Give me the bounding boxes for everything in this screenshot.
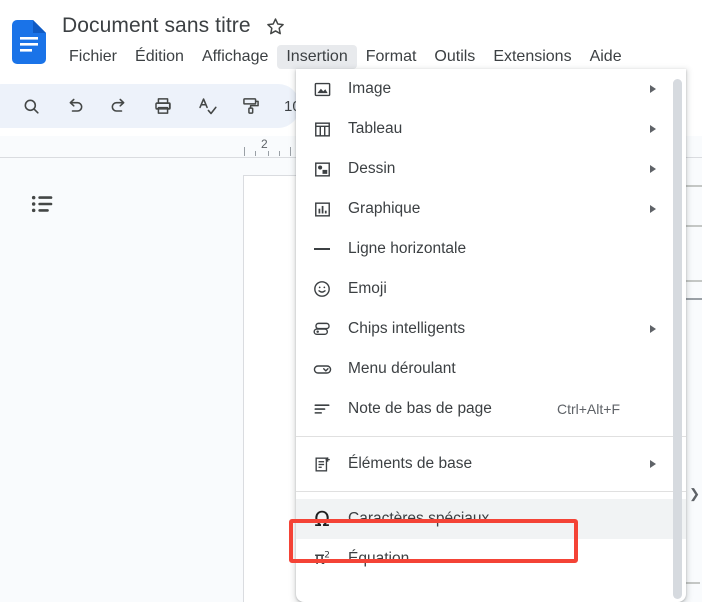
menu-item-menu-deroulant[interactable]: Menu déroulant xyxy=(296,349,686,389)
menu-insertion[interactable]: Insertion xyxy=(277,45,357,69)
menu-affichage[interactable]: Affichage xyxy=(193,45,277,69)
toolbar: 100 xyxy=(0,84,309,128)
ruler-tick xyxy=(279,151,280,156)
menu-item-label: Menu déroulant xyxy=(348,360,456,377)
equation-icon: π2 xyxy=(314,548,331,569)
smart-chips-icon xyxy=(310,317,334,341)
menu-separator xyxy=(296,436,686,437)
google-docs-logo[interactable] xyxy=(12,20,46,64)
menu-outils[interactable]: Outils xyxy=(425,45,484,69)
menu-separator xyxy=(296,491,686,492)
app-header: Document sans titre Fichier Édition Affi… xyxy=(0,0,702,78)
menu-item-elements-de-base[interactable]: Éléments de base xyxy=(296,444,686,484)
menu-item-label: Graphique xyxy=(348,200,421,217)
chevron-right-icon xyxy=(650,205,656,213)
menu-aide[interactable]: Aide xyxy=(581,45,631,69)
horizontal-line-icon xyxy=(310,237,334,261)
drawing-icon xyxy=(310,157,334,181)
menu-item-label: Dessin xyxy=(348,160,396,177)
background-content-bar xyxy=(686,298,702,300)
paint-format-icon[interactable] xyxy=(236,91,266,121)
insertion-dropdown-menu: Image Tableau Dessin Graphique Ligne hor… xyxy=(296,69,686,602)
google-docs-window: Document sans titre Fichier Édition Affi… xyxy=(0,0,702,602)
menu-item-label: Éléments de base xyxy=(348,455,473,472)
spellcheck-icon[interactable] xyxy=(192,91,222,121)
chevron-right-icon xyxy=(650,85,656,93)
background-content-bar xyxy=(686,185,702,187)
menu-item-caracteres-speciaux[interactable]: Ω Caractères spéciaux xyxy=(296,499,686,539)
table-icon xyxy=(310,117,334,141)
menu-item-image[interactable]: Image xyxy=(296,69,686,109)
menu-item-label: Caractères spéciaux xyxy=(348,510,490,527)
omega-icon: Ω xyxy=(314,507,330,531)
menu-item-label: Note de bas de page xyxy=(348,400,492,417)
menu-item-emoji[interactable]: Emoji xyxy=(296,269,686,309)
menu-edition[interactable]: Édition xyxy=(126,45,193,69)
menu-format[interactable]: Format xyxy=(357,45,426,69)
ruler-tick xyxy=(244,147,245,156)
chart-icon xyxy=(310,197,334,221)
menu-item-dessin[interactable]: Dessin xyxy=(296,149,686,189)
search-icon[interactable] xyxy=(16,91,46,121)
menu-bar: Fichier Édition Affichage Insertion Form… xyxy=(60,44,631,70)
menu-item-chips-intelligents[interactable]: Chips intelligents xyxy=(296,309,686,349)
building-blocks-icon xyxy=(310,452,334,476)
print-icon[interactable] xyxy=(148,91,178,121)
menu-item-graphique[interactable]: Graphique xyxy=(296,189,686,229)
menu-item-note-bas-de-page[interactable]: Note de bas de page Ctrl+Alt+F xyxy=(296,389,686,429)
menu-item-label: Chips intelligents xyxy=(348,320,466,337)
page-title[interactable]: Document sans titre xyxy=(62,14,251,38)
menu-item-label: Tableau xyxy=(348,120,403,137)
menu-extensions[interactable]: Extensions xyxy=(484,45,580,69)
menu-item-ligne-horizontale[interactable]: Ligne horizontale xyxy=(296,229,686,269)
menu-item-label: Emoji xyxy=(348,280,387,297)
menu-item-label: Image xyxy=(348,80,392,97)
title-row: Document sans titre xyxy=(62,10,287,42)
ruler-tick xyxy=(255,151,256,156)
background-content-bar xyxy=(686,225,702,227)
redo-icon[interactable] xyxy=(104,91,134,121)
image-icon xyxy=(310,77,334,101)
background-content-bar xyxy=(686,582,700,584)
chevron-right-icon xyxy=(650,165,656,173)
emoji-icon xyxy=(310,277,334,301)
ruler-tick xyxy=(290,147,291,156)
menu-scrollbar-thumb[interactable] xyxy=(673,79,682,599)
undo-icon[interactable] xyxy=(60,91,90,121)
menu-item-label: Équation xyxy=(348,550,410,567)
ruler-tick xyxy=(268,151,269,156)
insertion-menu-list: Image Tableau Dessin Graphique Ligne hor… xyxy=(296,69,686,579)
star-icon[interactable] xyxy=(265,15,287,37)
menu-item-tableau[interactable]: Tableau xyxy=(296,109,686,149)
chevron-right-icon: ❯ xyxy=(689,486,700,501)
footnote-icon xyxy=(310,397,334,421)
menu-item-label: Ligne horizontale xyxy=(348,240,467,257)
chevron-right-icon xyxy=(650,325,656,333)
document-outline-icon[interactable] xyxy=(29,190,57,218)
menu-fichier[interactable]: Fichier xyxy=(60,45,126,69)
menu-item-shortcut: Ctrl+Alt+F xyxy=(556,401,620,417)
dropdown-icon xyxy=(310,357,334,381)
background-content-bar xyxy=(686,280,702,282)
chevron-right-icon xyxy=(650,460,656,468)
ruler-label: 2 xyxy=(261,137,268,151)
chevron-right-icon xyxy=(650,125,656,133)
menu-item-equation[interactable]: π2 Équation xyxy=(296,539,686,579)
